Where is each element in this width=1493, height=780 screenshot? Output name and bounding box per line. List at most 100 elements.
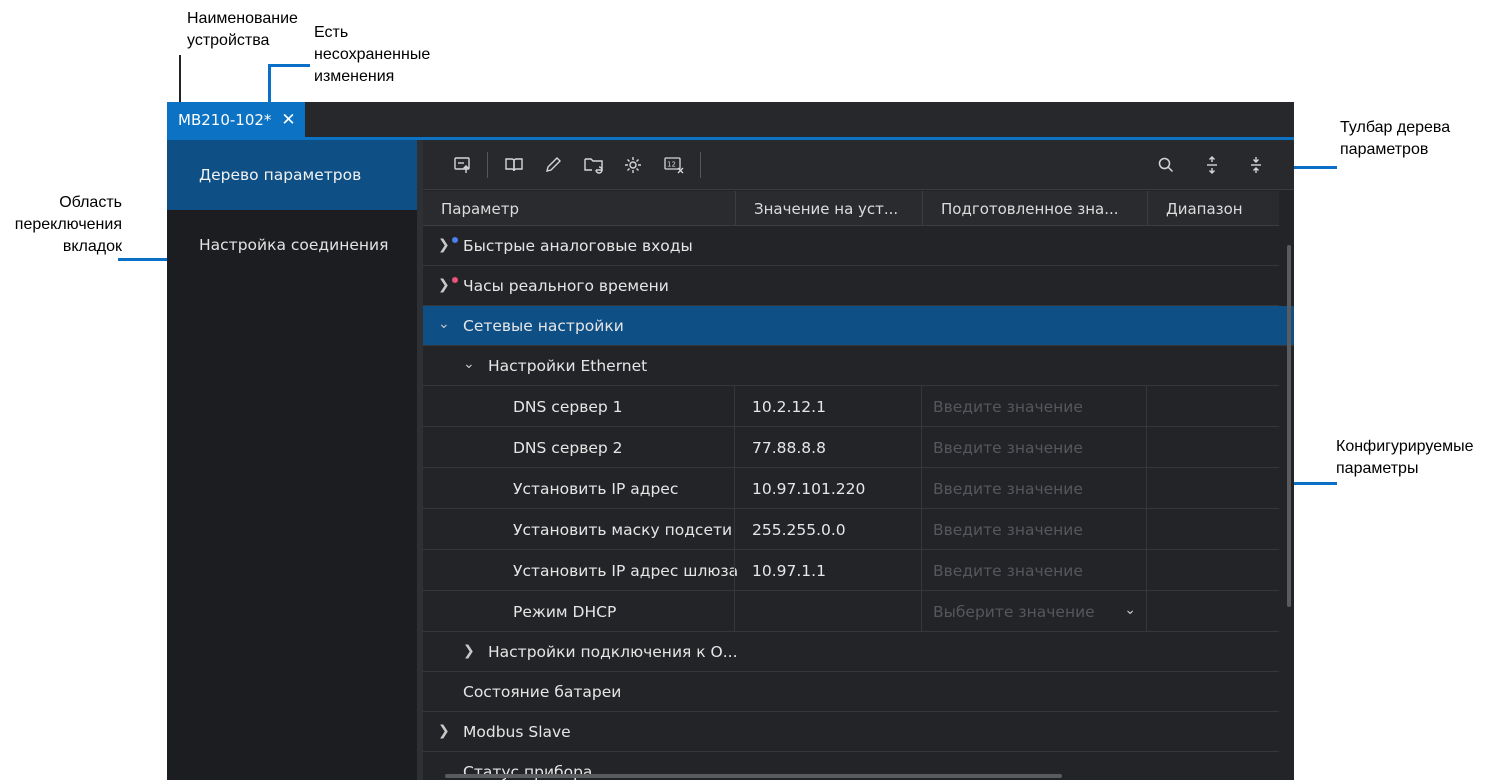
callout-device-name [179, 55, 181, 102]
cell-divider [921, 468, 922, 509]
param-name: DNS сервер 2 [513, 438, 623, 457]
cell-divider [734, 468, 735, 509]
select-placeholder: Выберите значение [933, 602, 1095, 621]
table-row[interactable]: ❯ Modbus Slave [423, 712, 1279, 752]
prepared-value-select[interactable]: Выберите значение ⌄ [922, 591, 1146, 632]
callout-unsaved [268, 64, 310, 67]
cell-divider [921, 427, 922, 468]
cell-divider [1146, 550, 1147, 591]
table-row[interactable]: DNS сервер 1 10.2.12.1 Введите значение [423, 386, 1279, 427]
cell-divider [921, 386, 922, 427]
book-icon[interactable] [502, 153, 526, 177]
cell-divider [734, 427, 735, 468]
device-value: 10.2.12.1 [752, 397, 826, 416]
cell-divider [734, 550, 735, 591]
param-name: Сетевые настройки [463, 317, 624, 335]
prepared-value-input[interactable]: Введите значение [933, 509, 1083, 550]
app-window: МВ210-102* ✕ Дерево параметров Настройка… [167, 102, 1294, 780]
annotation-tab-area: Область переключения вкладок [14, 194, 122, 255]
param-name: Режим DHCP [513, 602, 617, 621]
param-name: Установить IP адрес шлюза [513, 561, 739, 580]
sidebar-item-label: Дерево параметров [199, 166, 362, 184]
device-value: 255.255.0.0 [752, 520, 846, 539]
tab-bar: МВ210-102* ✕ [167, 102, 1294, 137]
table-row[interactable]: Установить маску подсети 255.255.0.0 Вве… [423, 509, 1279, 550]
device-tab[interactable]: МВ210-102* ✕ [167, 102, 305, 137]
chevron-down-icon[interactable]: ⌄ [1124, 602, 1136, 618]
cell-divider [1146, 386, 1147, 427]
param-name: Установить IP адрес [513, 479, 679, 498]
device-value: 10.97.1.1 [752, 561, 826, 580]
chevron-down-icon[interactable]: ⌄ [438, 316, 450, 332]
parameter-tree-panel: 12 Параметр Значение на уст... Подготовл… [423, 140, 1294, 780]
sidebar: Дерево параметров Настройка соединения [167, 140, 417, 780]
table-row[interactable]: ⌄ Настройки Ethernet [423, 346, 1279, 386]
folder-refresh-icon[interactable] [582, 153, 606, 177]
prepared-value-input[interactable]: Введите значение [933, 386, 1083, 427]
cell-divider [734, 386, 735, 427]
column-header-range[interactable]: Диапазон [1148, 191, 1279, 226]
table-row-selected[interactable]: ⌄ Сетевые настройки [423, 306, 1294, 346]
status-dot-pink [452, 277, 458, 283]
prepared-value-input[interactable]: Введите значение [933, 427, 1083, 468]
param-name: Настройки Ethernet [488, 357, 648, 375]
status-dot-blue [452, 237, 458, 243]
horizontal-scrollbar[interactable] [445, 774, 1062, 778]
table-row[interactable]: Состояние батареи [423, 672, 1279, 712]
chevron-right-icon[interactable]: ❯ [463, 643, 475, 659]
upload-icon[interactable] [451, 153, 475, 177]
table-row[interactable]: ❯ Часы реального времени [423, 266, 1279, 306]
column-header-parameter[interactable]: Параметр [423, 191, 736, 226]
table-row[interactable]: DNS сервер 2 77.88.8.8 Введите значение [423, 427, 1279, 468]
sidebar-item-label: Настройка соединения [199, 236, 389, 254]
pencil-icon[interactable] [541, 153, 565, 177]
cell-divider [1146, 427, 1147, 468]
param-name: Modbus Slave [463, 723, 571, 741]
column-header-prepared-value[interactable]: Подготовленное зна... [923, 191, 1148, 226]
column-header-device-value[interactable]: Значение на уст... [736, 191, 923, 226]
sidebar-item-connection-settings[interactable]: Настройка соединения [167, 210, 417, 280]
vertical-scrollbar[interactable] [1287, 245, 1291, 607]
parameter-toolbar: 12 [423, 140, 1294, 190]
annotation-device-name: Наименование устройства [187, 10, 298, 49]
param-name: Состояние батареи [463, 683, 622, 701]
toolbar-separator [700, 152, 701, 178]
annotation-configurable-params: Конфигурируемые параметры [1336, 438, 1474, 477]
table-row[interactable]: ❯ Быстрые аналоговые входы [423, 226, 1279, 266]
param-name: Быстрые аналоговые входы [463, 237, 693, 255]
table-row[interactable]: Режим DHCP Выберите значение ⌄ [423, 591, 1279, 632]
table-header: Параметр Значение на уст... Подготовленн… [423, 191, 1279, 226]
annotation-toolbar: Тулбар дерева параметров [1340, 119, 1451, 158]
cell-divider [1146, 468, 1147, 509]
device-value: 10.97.101.220 [752, 479, 866, 498]
param-name: DNS сервер 1 [513, 397, 623, 416]
chevron-down-icon[interactable]: ⌄ [463, 356, 475, 372]
clear-values-icon[interactable]: 12 [662, 153, 686, 177]
svg-text:12: 12 [667, 161, 676, 169]
collapse-all-icon[interactable] [1244, 153, 1268, 177]
expand-all-icon[interactable] [1200, 153, 1224, 177]
annotation-unsaved-changes: Есть несохраненные изменения [314, 24, 431, 85]
param-name: Установить маску подсети [513, 520, 733, 539]
cell-divider [1146, 591, 1147, 632]
prepared-value-input[interactable]: Введите значение [933, 550, 1083, 591]
device-tab-title: МВ210-102* [178, 110, 272, 129]
param-name: Настройки подключения к О... [488, 643, 738, 661]
cell-divider [1146, 509, 1147, 550]
gear-refresh-icon[interactable] [621, 153, 645, 177]
table-row[interactable]: Установить IP адрес 10.97.101.220 Введит… [423, 468, 1279, 509]
search-icon[interactable] [1154, 153, 1178, 177]
chevron-right-icon[interactable]: ❯ [438, 237, 450, 253]
table-row[interactable]: ❯ Настройки подключения к О... [423, 632, 1279, 672]
table-row[interactable]: Установить IP адрес шлюза 10.97.1.1 Введ… [423, 550, 1279, 591]
chevron-right-icon[interactable]: ❯ [438, 277, 450, 293]
close-icon[interactable]: ✕ [281, 110, 295, 130]
cell-divider [921, 509, 922, 550]
toolbar-separator [487, 152, 488, 178]
prepared-value-input[interactable]: Введите значение [933, 468, 1083, 509]
sidebar-item-parameter-tree[interactable]: Дерево параметров [167, 140, 417, 210]
param-name: Часы реального времени [463, 277, 669, 295]
cell-divider [734, 591, 735, 632]
device-value: 77.88.8.8 [752, 438, 826, 457]
chevron-right-icon[interactable]: ❯ [438, 723, 450, 739]
